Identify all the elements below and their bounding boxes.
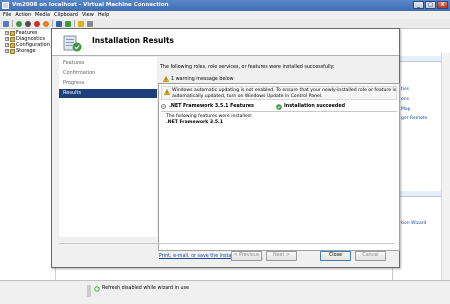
cancel-button[interactable]: Cancel: [355, 251, 386, 261]
folder-icon: [10, 36, 15, 42]
previous-button[interactable]: < Previous: [231, 251, 262, 261]
warning-text: Windows automatic updating is not enable…: [172, 88, 396, 99]
tree-item-storage[interactable]: + Storage: [0, 48, 55, 54]
expand-icon[interactable]: +: [5, 49, 9, 53]
add-features-wizard: Installation Results Features Confirmati…: [51, 28, 400, 268]
installation-results-icon: [63, 35, 82, 52]
warning-line-2: automatically updated, turn on Windows U…: [172, 93, 323, 99]
close-button[interactable]: Close: [320, 251, 351, 261]
installed-item: .NET Framework 3.5.1: [166, 120, 223, 125]
folder-icon: [10, 42, 15, 48]
expand-icon[interactable]: +: [5, 43, 9, 47]
warning-message: Windows automatic updating is not enable…: [161, 86, 397, 100]
next-button[interactable]: Next >: [266, 251, 297, 261]
feature-status: Installation succeeded: [284, 104, 346, 109]
window-controls: _ □ X: [413, 1, 448, 9]
expand-icon[interactable]: +: [5, 31, 9, 35]
action-link[interactable]: ties: [401, 87, 409, 92]
toolbar-divider: [52, 20, 53, 27]
maximize-button[interactable]: □: [425, 1, 436, 9]
action-link[interactable]: ons: [401, 97, 409, 102]
intro-text: The following roles, role services, or f…: [160, 65, 335, 70]
revert-icon[interactable]: [87, 20, 93, 27]
wizard-header: Installation Results: [52, 29, 399, 56]
warning-icon: [163, 76, 169, 82]
toolbar-divider: [74, 20, 75, 27]
menu-view[interactable]: View: [82, 11, 94, 19]
window-title: Vm2008 on localhost - Virtual Machine Co…: [12, 2, 169, 8]
wizard-title: Installation Results: [92, 36, 174, 45]
action-link[interactable]: Map: [401, 107, 411, 112]
status-bar: Refresh disabled while wizard in use: [0, 280, 450, 304]
results-content: The following roles, role services, or f…: [158, 57, 400, 259]
toolbar-divider: [12, 20, 13, 27]
title-bar: Vm2008 on localhost - Virtual Machine Co…: [0, 0, 450, 11]
installed-features: The following features were installed: .…: [166, 114, 252, 126]
step-features[interactable]: Features: [59, 59, 157, 68]
step-progress[interactable]: Progress: [59, 79, 157, 88]
status-text: Refresh disabled while wizard in use: [102, 286, 190, 291]
installed-label: The following features were installed:: [166, 114, 253, 119]
step-confirmation[interactable]: Confirmation: [59, 69, 157, 78]
menu-file[interactable]: File: [3, 11, 11, 19]
app-icon: [2, 2, 9, 9]
resume-icon[interactable]: [65, 20, 71, 27]
pause-icon[interactable]: [56, 20, 62, 27]
feature-result-row: − .NET Framework 3.5.1 Features Installa…: [161, 104, 397, 111]
collapse-icon[interactable]: −: [161, 104, 166, 109]
action-link[interactable]: tion Wizard: [401, 221, 426, 226]
wizard-steps: Features Confirmation Progress Results: [59, 57, 157, 237]
feature-name: .NET Framework 3.5.1 Features: [169, 104, 254, 109]
action-link[interactable]: ger Remote: [401, 116, 427, 121]
turn-off-icon[interactable]: [25, 20, 31, 27]
menu-help[interactable]: Help: [98, 11, 109, 19]
menu-media[interactable]: Media: [35, 11, 50, 19]
warning-icon: [164, 89, 170, 95]
warning-summary: 1 warning message below: [163, 76, 234, 82]
vm-scrollbar[interactable]: [441, 53, 450, 280]
snapshot-icon[interactable]: [78, 20, 84, 27]
results-list[interactable]: Windows automatic updating is not enable…: [158, 83, 400, 251]
shutdown-icon[interactable]: [34, 20, 40, 27]
refresh-icon: [94, 286, 100, 292]
menu-clipboard[interactable]: Clipboard: [54, 11, 78, 19]
step-results[interactable]: Results: [59, 89, 157, 98]
status-scroll-stub[interactable]: [87, 285, 91, 297]
save-state-icon[interactable]: [43, 20, 49, 27]
server-manager-tree: + Features + Diagnostics + Configuration…: [0, 29, 56, 280]
divider: [161, 111, 397, 112]
warning-line-1: Windows automatic updating is not enable…: [172, 88, 397, 93]
folder-icon: [10, 30, 15, 36]
tree-item-label: Storage: [16, 48, 36, 54]
close-window-button[interactable]: X: [437, 1, 448, 9]
start-icon[interactable]: [16, 20, 22, 27]
folder-icon: [10, 48, 15, 54]
success-icon: [276, 104, 282, 110]
expand-icon[interactable]: +: [5, 37, 9, 41]
warning-count: 1 warning message below: [171, 76, 234, 82]
ctrl-alt-del-icon[interactable]: [3, 20, 9, 27]
button-divider: [59, 243, 394, 244]
menu-action[interactable]: Action: [15, 11, 31, 19]
minimize-button[interactable]: _: [413, 1, 424, 9]
menu-bar: File Action Media Clipboard View Help: [0, 11, 450, 19]
